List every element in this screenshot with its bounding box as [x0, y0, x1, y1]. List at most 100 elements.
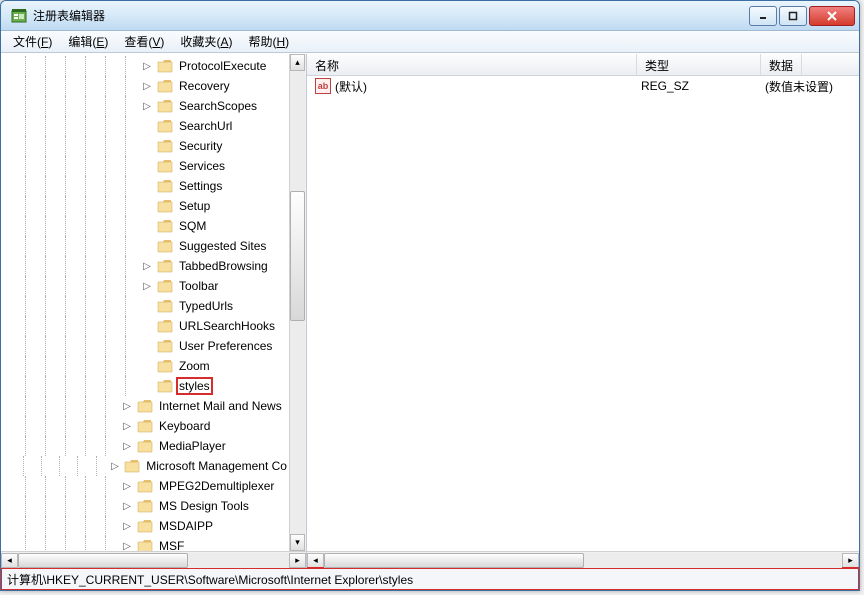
tree-horizontal-scrollbar[interactable]: ◂ ▸	[1, 551, 306, 568]
tree-item[interactable]: ▷ProtocolExecute	[1, 56, 289, 76]
window: 注册表编辑器 文件(F) 编辑(E) 查看(V) 收藏夹(A) 帮助(H) ▷P…	[0, 0, 860, 591]
scroll-left-button[interactable]: ◂	[307, 553, 324, 568]
folder-icon	[137, 419, 153, 433]
expander-icon[interactable]: ▷	[141, 81, 153, 92]
tree-item[interactable]: User Preferences	[1, 336, 289, 356]
tree-item-label: TabbedBrowsing	[177, 258, 270, 274]
folder-icon	[157, 99, 173, 113]
expander-icon[interactable]: ▷	[121, 541, 133, 552]
tree-item[interactable]: Setup	[1, 196, 289, 216]
scroll-down-button[interactable]: ▾	[290, 534, 305, 551]
tree-item[interactable]: ▷ Internet Mail and News	[1, 396, 289, 416]
list-body[interactable]: ab(默认)REG_SZ(数值未设置)	[307, 76, 859, 551]
tree-item[interactable]: ▷ MSDAIPP	[1, 516, 289, 536]
tree-item[interactable]: Zoom	[1, 356, 289, 376]
column-data[interactable]: 数据	[761, 54, 802, 75]
tree-item-label: Toolbar	[177, 278, 220, 294]
tree-item[interactable]: ▷MediaPlayer	[1, 436, 289, 456]
scroll-up-button[interactable]: ▴	[290, 54, 305, 71]
tree-vertical-scrollbar[interactable]: ▴ ▾	[289, 54, 306, 551]
folder-icon	[137, 539, 153, 551]
menu-help[interactable]: 帮助(H)	[240, 31, 297, 52]
tree-item[interactable]: Services	[1, 156, 289, 176]
tree-item[interactable]: ▷ TabbedBrowsing	[1, 256, 289, 276]
app-icon	[11, 8, 27, 24]
folder-icon	[157, 239, 173, 253]
list-row[interactable]: ab(默认)REG_SZ(数值未设置)	[307, 76, 859, 96]
scroll-track[interactable]	[324, 553, 842, 568]
titlebar[interactable]: 注册表编辑器	[1, 1, 859, 31]
folder-icon	[157, 299, 173, 313]
tree-item[interactable]: ▷ MSF	[1, 536, 289, 551]
tree-item[interactable]: ▷MS Design Tools	[1, 496, 289, 516]
column-type[interactable]: 类型	[637, 54, 761, 75]
tree-item-label: Keyboard	[157, 418, 212, 434]
tree-view[interactable]: ▷ProtocolExecute▷Recovery▷SearchScopes Se…	[1, 54, 289, 551]
menu-file[interactable]: 文件(F)	[5, 31, 60, 52]
status-path: 计算机\HKEY_CURRENT_USER\Software\Microsoft…	[7, 571, 413, 588]
tree-item-label: MSF	[157, 538, 186, 551]
scroll-track[interactable]	[18, 553, 289, 568]
tree-item[interactable]: TypedUrls	[1, 296, 289, 316]
tree-item-label: Zoom	[177, 358, 212, 374]
tree-item-label: Settings	[177, 178, 224, 194]
tree-item-label: Security	[177, 138, 224, 154]
folder-icon	[137, 399, 153, 413]
maximize-button[interactable]	[779, 6, 807, 26]
expander-icon[interactable]: ▷	[141, 101, 153, 112]
tree-item-label: MSDAIPP	[157, 518, 215, 534]
list-pane: 名称 类型 数据 ab(默认)REG_SZ(数值未设置) ◂ ▸	[307, 54, 859, 568]
tree-item[interactable]: Suggested Sites	[1, 236, 289, 256]
string-value-icon: ab	[315, 78, 331, 94]
folder-icon	[157, 179, 173, 193]
expander-icon[interactable]: ▷	[121, 521, 133, 532]
scroll-left-button[interactable]: ◂	[1, 553, 18, 568]
tree-item[interactable]: URLSearchHooks	[1, 316, 289, 336]
folder-icon	[137, 439, 153, 453]
expander-icon[interactable]: ▷	[141, 261, 153, 272]
tree-item-label: styles	[177, 378, 212, 394]
tree-item[interactable]: ▷Recovery	[1, 76, 289, 96]
menu-edit[interactable]: 编辑(E)	[60, 31, 116, 52]
tree-item[interactable]: ▷MPEG2Demultiplexer	[1, 476, 289, 496]
menu-view[interactable]: 查看(V)	[116, 31, 172, 52]
tree-item[interactable]: Settings	[1, 176, 289, 196]
column-name[interactable]: 名称	[307, 54, 637, 75]
folder-icon	[157, 159, 173, 173]
scroll-right-button[interactable]: ▸	[289, 553, 306, 568]
folder-icon	[124, 459, 140, 473]
folder-icon	[137, 479, 153, 493]
expander-icon[interactable]: ▷	[121, 441, 133, 452]
minimize-button[interactable]	[749, 6, 777, 26]
expander-icon[interactable]: ▷	[121, 501, 133, 512]
expander-icon[interactable]: ▷	[141, 61, 153, 72]
tree-item[interactable]: styles	[1, 376, 289, 396]
window-title: 注册表编辑器	[33, 7, 749, 24]
folder-icon	[157, 119, 173, 133]
scroll-thumb[interactable]	[290, 191, 305, 321]
folder-icon	[157, 199, 173, 213]
expander-icon[interactable]: ▷	[121, 401, 133, 412]
tree-item[interactable]: ▷ Keyboard	[1, 416, 289, 436]
scroll-thumb[interactable]	[324, 553, 584, 568]
tree-item-label: SearchUrl	[177, 118, 234, 134]
expander-icon[interactable]: ▷	[141, 281, 153, 292]
tree-item[interactable]: ▷SearchScopes	[1, 96, 289, 116]
expander-icon[interactable]: ▷	[121, 421, 133, 432]
menu-favorites[interactable]: 收藏夹(A)	[172, 31, 240, 52]
folder-icon	[157, 219, 173, 233]
list-horizontal-scrollbar[interactable]: ◂ ▸	[307, 551, 859, 568]
scroll-thumb[interactable]	[18, 553, 188, 568]
value-type: REG_SZ	[637, 79, 761, 93]
scroll-right-button[interactable]: ▸	[842, 553, 859, 568]
tree-item[interactable]: Security	[1, 136, 289, 156]
tree-item[interactable]: SQM	[1, 216, 289, 236]
scroll-track[interactable]	[290, 71, 305, 534]
tree-item-label: Internet Mail and News	[157, 398, 284, 414]
tree-item[interactable]: ▷ Toolbar	[1, 276, 289, 296]
tree-item[interactable]: SearchUrl	[1, 116, 289, 136]
expander-icon[interactable]: ▷	[110, 461, 121, 472]
tree-item[interactable]: ▷Microsoft Management Co	[1, 456, 289, 476]
close-button[interactable]	[809, 6, 855, 26]
expander-icon[interactable]: ▷	[121, 481, 133, 492]
